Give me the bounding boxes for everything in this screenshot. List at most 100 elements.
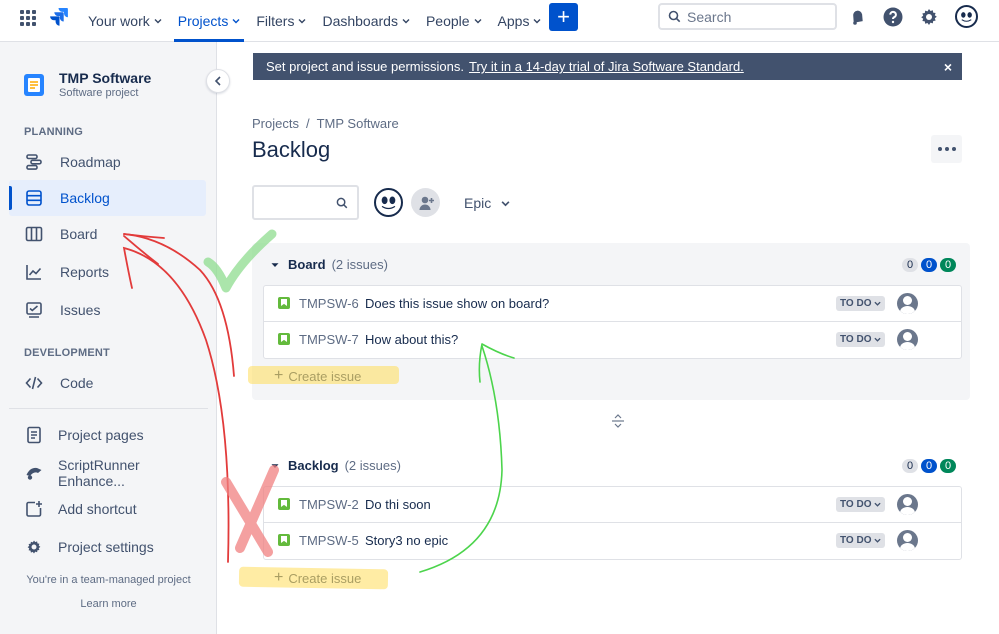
planning-heading: PLANNING bbox=[24, 126, 84, 138]
drag-resize-handle-icon[interactable] bbox=[610, 414, 626, 428]
add-people-button[interactable] bbox=[411, 188, 440, 217]
settings-gear-icon[interactable] bbox=[918, 6, 940, 28]
project-name: TMP Software bbox=[59, 70, 152, 86]
issue-row[interactable]: TMPSW-6 Does this issue show on board? T… bbox=[264, 286, 961, 322]
status-label: TO DO bbox=[840, 535, 872, 546]
issue-summary: Story3 no epic bbox=[365, 533, 449, 548]
done-count-badge: 0 bbox=[940, 258, 956, 272]
done-count-badge: 0 bbox=[940, 459, 956, 473]
todo-count-badge: 0 bbox=[902, 459, 918, 473]
issue-summary: How about this? bbox=[365, 332, 459, 347]
status-dropdown[interactable]: TO DO bbox=[836, 296, 886, 311]
page-icon bbox=[27, 426, 41, 444]
chevron-down-icon bbox=[232, 19, 240, 24]
assignee-avatar[interactable] bbox=[897, 530, 918, 551]
search-input[interactable] bbox=[687, 8, 827, 25]
chevron-down-icon bbox=[874, 538, 882, 543]
in-progress-count-badge: 0 bbox=[921, 459, 937, 473]
issue-row[interactable]: TMPSW-2 Do thi soon TO DO bbox=[264, 487, 961, 523]
backlog-search[interactable] bbox=[252, 185, 359, 220]
epic-filter-label: Epic bbox=[464, 195, 492, 211]
top-navigation: Your work Projects Filters Dashboards Pe… bbox=[0, 0, 999, 42]
chevron-down-icon bbox=[402, 19, 410, 24]
sidebar-item-add-shortcut[interactable]: Add shortcut bbox=[9, 491, 206, 527]
nav-dashboards[interactable]: Dashboards bbox=[314, 0, 418, 42]
backlog-issue-list: TMPSW-2 Do thi soon TO DO TMPSW-5 Story3… bbox=[263, 486, 962, 560]
search-icon bbox=[668, 10, 681, 23]
team-managed-note: You're in a team-managed project bbox=[26, 574, 191, 586]
board-section-header[interactable]: Board (2 issues) bbox=[270, 257, 388, 272]
project-type: Software project bbox=[59, 87, 139, 99]
board-icon bbox=[25, 226, 43, 242]
sidebar-item-code[interactable]: Code bbox=[9, 365, 206, 401]
more-actions-button[interactable] bbox=[931, 135, 962, 163]
chevron-down-icon bbox=[474, 19, 482, 24]
status-dropdown[interactable]: TO DO bbox=[836, 332, 886, 347]
sidebar-item-roadmap[interactable]: Roadmap bbox=[9, 144, 206, 180]
sidebar-item-label: Board bbox=[60, 226, 98, 242]
help-icon[interactable] bbox=[882, 6, 904, 28]
nav-projects[interactable]: Projects bbox=[170, 0, 249, 42]
add-person-icon bbox=[419, 196, 434, 210]
sidebar-divider bbox=[9, 408, 208, 409]
app-switcher-icon[interactable] bbox=[20, 10, 36, 26]
global-search[interactable] bbox=[658, 3, 837, 30]
backlog-create-issue-button[interactable]: + Create issue bbox=[274, 569, 361, 587]
board-create-issue-button[interactable]: + Create issue bbox=[274, 367, 361, 385]
breadcrumb-project[interactable]: TMP Software bbox=[317, 116, 399, 131]
issue-row[interactable]: TMPSW-7 How about this? TO DO bbox=[264, 322, 961, 358]
sidebar-item-label: Issues bbox=[60, 302, 101, 318]
notifications-icon[interactable] bbox=[847, 6, 869, 28]
issue-summary: Does this issue show on board? bbox=[365, 296, 550, 311]
user-avatar[interactable] bbox=[955, 5, 978, 28]
nav-filters[interactable]: Filters bbox=[248, 0, 314, 42]
assignee-avatar[interactable] bbox=[897, 293, 918, 314]
sidebar-item-label: Reports bbox=[60, 264, 110, 280]
sidebar-item-scriptrunner[interactable]: ScriptRunner Enhance... bbox=[9, 455, 206, 491]
status-dropdown[interactable]: TO DO bbox=[836, 497, 886, 512]
banner-trial-link[interactable]: Try it in a 14-day trial of Jira Softwar… bbox=[469, 59, 744, 74]
collapse-sidebar-button[interactable] bbox=[206, 69, 230, 93]
epic-filter-dropdown[interactable]: Epic bbox=[456, 190, 518, 216]
assignee-avatar[interactable] bbox=[897, 329, 918, 350]
backlog-search-input[interactable] bbox=[260, 194, 330, 209]
issue-key[interactable]: TMPSW-5 bbox=[299, 533, 359, 548]
create-button[interactable]: + bbox=[549, 3, 578, 31]
banner-close-icon[interactable]: × bbox=[944, 59, 952, 75]
nav-people[interactable]: People bbox=[418, 0, 490, 42]
nav-your-work[interactable]: Your work bbox=[80, 0, 170, 42]
board-status-counts: 0 0 0 bbox=[899, 258, 956, 272]
project-avatar-icon[interactable] bbox=[23, 73, 45, 97]
sidebar-item-project-pages[interactable]: Project pages bbox=[9, 417, 206, 453]
backlog-section-header[interactable]: Backlog (2 issues) bbox=[270, 458, 401, 473]
sidebar-item-backlog[interactable]: Backlog bbox=[9, 180, 206, 216]
sidebar-item-board[interactable]: Board bbox=[9, 216, 206, 252]
issue-key[interactable]: TMPSW-7 bbox=[299, 332, 359, 347]
scriptrunner-icon bbox=[26, 467, 42, 480]
assignee-filter-avatar[interactable] bbox=[374, 188, 403, 217]
banner-text: Set project and issue permissions. bbox=[266, 59, 464, 74]
jira-logo-icon[interactable] bbox=[48, 6, 70, 28]
nav-apps[interactable]: Apps bbox=[490, 0, 550, 42]
story-icon bbox=[278, 534, 290, 546]
learn-more-link[interactable]: Learn more bbox=[0, 598, 217, 610]
issue-key[interactable]: TMPSW-2 bbox=[299, 497, 359, 512]
breadcrumb-projects[interactable]: Projects bbox=[252, 116, 299, 131]
board-issue-list: TMPSW-6 Does this issue show on board? T… bbox=[263, 285, 962, 359]
sidebar-item-issues[interactable]: Issues bbox=[9, 292, 206, 328]
sidebar-item-label: Project pages bbox=[58, 427, 144, 443]
chevron-down-icon bbox=[874, 337, 882, 342]
in-progress-count-badge: 0 bbox=[921, 258, 937, 272]
project-sidebar: TMP Software Software project PLANNING R… bbox=[0, 42, 217, 634]
issues-icon bbox=[26, 302, 42, 318]
upgrade-banner: Set project and issue permissions. Try i… bbox=[253, 53, 962, 80]
issue-key[interactable]: TMPSW-6 bbox=[299, 296, 359, 311]
issue-row[interactable]: TMPSW-5 Story3 no epic TO DO bbox=[264, 523, 961, 559]
status-label: TO DO bbox=[840, 298, 872, 309]
status-dropdown[interactable]: TO DO bbox=[836, 533, 886, 548]
code-icon bbox=[25, 376, 43, 390]
sidebar-item-project-settings[interactable]: Project settings bbox=[9, 529, 206, 565]
sidebar-item-reports[interactable]: Reports bbox=[9, 254, 206, 290]
assignee-avatar[interactable] bbox=[897, 494, 918, 515]
chevron-down-icon bbox=[501, 200, 510, 206]
